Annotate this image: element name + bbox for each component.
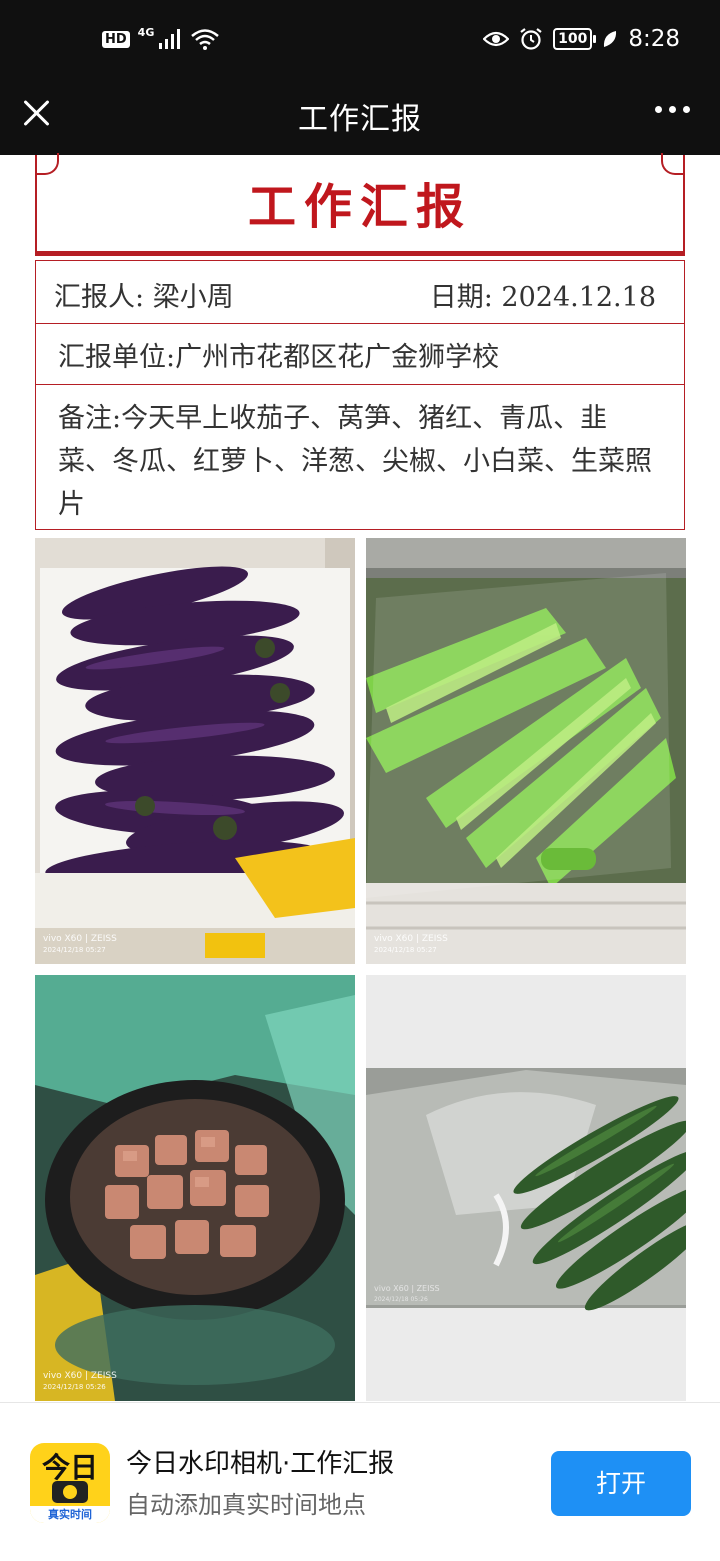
- cucumber-image: [366, 975, 686, 1401]
- photo-watermark: vivo X60 | ZEISS 2024/12/18 05:26: [43, 1371, 117, 1393]
- pig-blood-image: [35, 975, 355, 1401]
- date-label: 日期:: [429, 282, 493, 313]
- app-icon-subtext: 真实时间: [30, 1506, 110, 1523]
- lettuce-stem-image: [366, 538, 686, 964]
- status-bar: HD 4G 100 8:28: [0, 0, 720, 80]
- watermark-brand: vivo X60 | ZEISS: [374, 934, 448, 944]
- top-bar: HD 4G 100 8:28 工作汇报: [0, 0, 720, 155]
- dot-icon: [669, 106, 676, 113]
- photo-pig-blood[interactable]: vivo X60 | ZEISS 2024/12/18 05:26: [35, 975, 355, 1401]
- open-app-button[interactable]: 打开: [551, 1451, 691, 1516]
- note-value: 今天早上收茄子、莴笋、猪红、青瓜、韭菜、冬瓜、红萝卜、洋葱、尖椒、小白菜、生菜照…: [58, 403, 652, 520]
- watermark-time: 2024/12/18 05:27: [374, 946, 437, 954]
- status-right: 100 8:28: [483, 26, 680, 52]
- photo-lettuce-stem[interactable]: vivo X60 | ZEISS 2024/12/18 05:27: [366, 538, 686, 964]
- watermark-brand: vivo X60 | ZEISS: [43, 934, 117, 944]
- page-title: 工作汇报: [298, 102, 422, 137]
- app-promo-banner: 今日 真实时间 今日水印相机·工作汇报 自动添加真实时间地点 打开: [0, 1402, 720, 1561]
- eggplant-image: [35, 538, 355, 964]
- watermark-time: 2024/12/18 05:27: [43, 946, 106, 954]
- wifi-icon: [191, 29, 220, 50]
- watermark-time: 2024/12/18 05:26: [374, 1296, 428, 1303]
- more-menu-button[interactable]: [655, 106, 690, 113]
- note-row: 备注:今天早上收茄子、莴笋、猪红、青瓜、韭菜、冬瓜、红萝卜、洋葱、尖椒、小白菜、…: [35, 385, 685, 530]
- battery-icon: 100: [553, 28, 597, 50]
- network-type: 4G: [137, 25, 155, 39]
- app-name: 今日水印相机·工作汇报: [126, 1449, 395, 1479]
- reporter-label: 汇报人:: [54, 282, 145, 313]
- camera-icon: [52, 1481, 88, 1503]
- watermark-brand: vivo X60 | ZEISS: [43, 1371, 117, 1381]
- report-title-box: 工作汇报: [35, 153, 685, 251]
- photo-watermark: vivo X60 | ZEISS 2024/12/18 05:27: [374, 934, 448, 956]
- photo-watermark: vivo X60 | ZEISS 2024/12/18 05:27: [43, 934, 117, 956]
- watermark-time: 2024/12/18 05:26: [43, 1383, 106, 1391]
- unit-value: 广州市花都区花广金狮学校: [175, 342, 500, 373]
- title-divider: [35, 251, 685, 256]
- signal-icon: [159, 29, 181, 49]
- app-description: 自动添加真实时间地点: [126, 1491, 366, 1519]
- dot-icon: [655, 106, 662, 113]
- reporter-row: 汇报人: 梁小周 日期: 2024.12.18: [35, 260, 685, 324]
- hd-badge: HD: [102, 30, 130, 48]
- clock: 8:28: [628, 26, 680, 52]
- photo-eggplant[interactable]: vivo X60 | ZEISS 2024/12/18 05:27: [35, 538, 355, 964]
- alarm-icon: [520, 28, 542, 50]
- app-icon[interactable]: 今日 真实时间: [30, 1443, 110, 1523]
- unit-row: 汇报单位:广州市花都区花广金狮学校: [35, 324, 685, 385]
- report-card: 工作汇报 汇报人: 梁小周 日期: 2024.12.18 汇报单位:广州市花都区…: [35, 153, 685, 530]
- eye-icon: [483, 31, 510, 47]
- photo-watermark: vivo X60 | ZEISS 2024/12/18 05:26: [374, 1283, 440, 1305]
- photo-cucumber[interactable]: vivo X60 | ZEISS 2024/12/18 05:26: [366, 975, 686, 1401]
- report-title: 工作汇报: [247, 179, 472, 235]
- watermark-brand: vivo X60 | ZEISS: [374, 1284, 440, 1293]
- title-bar: 工作汇报: [0, 80, 720, 155]
- date-value: 2024.12.18: [501, 282, 656, 313]
- note-label: 备注:: [58, 403, 122, 434]
- status-left: HD 4G: [102, 25, 220, 50]
- note-field: 备注:今天早上收茄子、莴笋、猪红、青瓜、韭菜、冬瓜、红萝卜、洋葱、尖椒、小白菜、…: [58, 397, 658, 526]
- unit-label: 汇报单位:: [58, 342, 176, 373]
- leaf-icon: [604, 31, 617, 47]
- reporter-value: 梁小周: [152, 282, 234, 313]
- unit-field: 汇报单位:广州市花都区花广金狮学校: [58, 335, 499, 374]
- dot-icon: [683, 106, 690, 113]
- reporter-field: 汇报人: 梁小周: [54, 275, 234, 314]
- date-field: 日期: 2024.12.18: [430, 275, 656, 314]
- app-icon-text: 今日: [41, 1451, 98, 1484]
